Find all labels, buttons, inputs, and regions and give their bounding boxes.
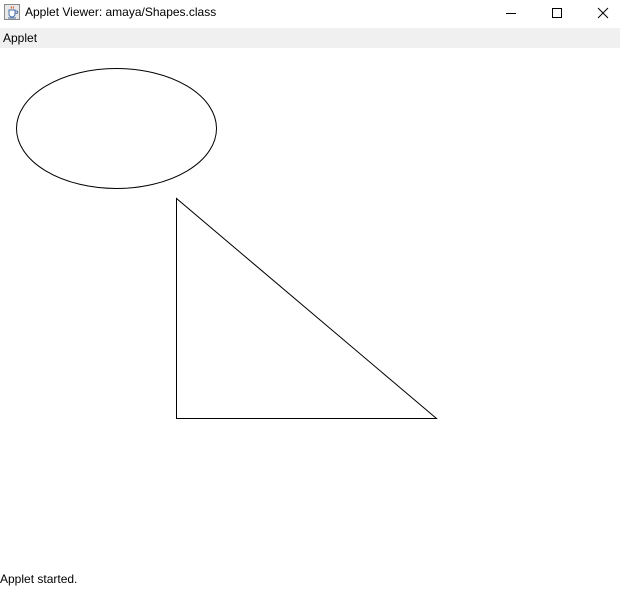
maximize-icon (552, 8, 562, 18)
java-cup-icon (4, 4, 20, 20)
menu-applet[interactable]: Applet (0, 28, 40, 48)
ellipse-shape (16, 68, 217, 189)
drawing-surface (16, 68, 438, 419)
triangle-shape (176, 197, 438, 419)
status-text: Applet started. (0, 572, 78, 586)
close-button[interactable] (580, 0, 620, 26)
close-icon (597, 7, 609, 19)
menu-bar: Applet (0, 28, 620, 48)
minimize-icon (506, 13, 516, 14)
minimize-button[interactable] (488, 0, 534, 26)
status-bar: Applet started. (0, 568, 620, 589)
applet-viewer-window: Applet Viewer: amaya/Shapes.class Applet (0, 0, 620, 589)
title-bar[interactable]: Applet Viewer: amaya/Shapes.class (0, 0, 620, 26)
applet-canvas[interactable] (0, 48, 620, 568)
maximize-button[interactable] (534, 0, 580, 26)
window-title: Applet Viewer: amaya/Shapes.class (25, 5, 217, 19)
